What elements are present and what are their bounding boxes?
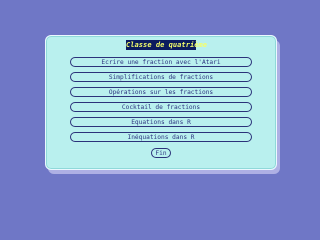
menu-item-inequations[interactable]: Inéquations dans R [70, 132, 252, 142]
menu-item-cocktail[interactable]: Cocktail de fractions [70, 102, 252, 112]
dialog-title: Classe de quatrième [126, 40, 208, 50]
desktop-background: Classe de quatrième Ecrire une fraction … [0, 0, 320, 200]
menu-item-equations[interactable]: Equations dans R [70, 117, 252, 127]
menu-item-simplifications[interactable]: Simplifications de fractions [70, 72, 252, 82]
menu-item-ecrire-fraction[interactable]: Ecrire une fraction avec l'Atari [70, 57, 252, 67]
main-menu-dialog: Classe de quatrième Ecrire une fraction … [45, 35, 277, 170]
menu-item-operations[interactable]: Opérations sur les fractions [70, 87, 252, 97]
fin-button[interactable]: Fin [151, 148, 171, 158]
menu-options: Ecrire une fraction avec l'Atari Simplif… [70, 57, 252, 142]
